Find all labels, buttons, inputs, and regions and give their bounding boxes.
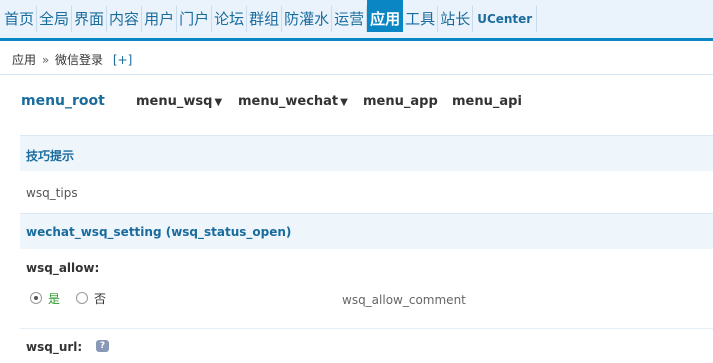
nav-item-apps[interactable]: 应用 [367,0,404,32]
nav-item-forum[interactable]: 论坛 [212,6,248,32]
menu-wechat-label: menu_wechat [238,94,339,109]
nav-item-portal[interactable]: 门户 [177,6,213,32]
nav-item-users[interactable]: 用户 [142,6,178,32]
add-shortcut-button[interactable]: [+] [113,53,132,67]
menu-wsq-label: menu_wsq [136,94,213,109]
nav-item-ucenter[interactable]: UCenter [473,6,538,32]
tips-section-title: 技巧提示 [26,149,75,163]
caret-down-icon: ▼ [214,97,223,108]
caret-down-icon: ▼ [340,97,348,108]
wsq-allow-comment: wsq_allow_comment [342,293,466,307]
nav-item-home[interactable]: 首页 [2,6,38,32]
nav-item-tools[interactable]: 工具 [403,6,439,32]
nav-item-operations[interactable]: 运营 [332,6,368,32]
tips-section-header: 技巧提示 [20,135,713,171]
wsq-url-label: wsq_url: [26,340,83,354]
nav-item-global[interactable]: 全局 [37,6,73,32]
help-icon[interactable]: ? [96,340,109,352]
wsq-allow-yes-radio[interactable] [30,292,42,304]
top-nav: 首页 全局 界面 内容 用户 门户 论坛 群组 防灌水 运营 应用 工具 站长 … [0,0,713,41]
setting-section-title: wechat_wsq_setting (wsq_status_open) [26,225,292,239]
wsq-allow-radio-group: 是 否 [30,290,106,306]
tips-text: wsq_tips [26,186,78,200]
menu-app-link[interactable]: menu_app [363,94,438,109]
breadcrumb-text: 应用 » 微信登录 [+] [12,51,132,68]
menu-wsq-link[interactable]: menu_wsq ▼ [136,94,222,109]
nav-item-webmaster[interactable]: 站长 [438,6,474,32]
nav-item-content[interactable]: 内容 [107,6,143,32]
breadcrumb: 应用 » 微信登录 [+] [0,41,713,75]
setting-section-header: wechat_wsq_setting (wsq_status_open) [20,213,713,249]
wsq-allow-no-radio[interactable] [76,292,89,304]
menu-root-title: menu_root [21,93,105,109]
wsq-allow-yes-label[interactable]: 是 [48,290,60,307]
nav-item-antispam[interactable]: 防灌水 [282,6,333,32]
top-nav-items: 首页 全局 界面 内容 用户 门户 论坛 群组 防灌水 运营 应用 工具 站长 … [2,0,538,32]
nav-item-interface[interactable]: 界面 [72,6,108,32]
breadcrumb-current: 微信登录 [55,53,104,67]
nav-item-groups[interactable]: 群组 [247,6,283,32]
wsq-allow-no-label[interactable]: 否 [94,290,106,307]
menu-api-link[interactable]: menu_api [452,94,522,109]
breadcrumb-parent[interactable]: 应用 [12,53,36,67]
breadcrumb-separator: » [41,53,50,67]
menu-wechat-link[interactable]: menu_wechat ▼ [238,94,348,109]
wsq-allow-label: wsq_allow: [26,261,100,275]
row-divider [20,328,713,329]
